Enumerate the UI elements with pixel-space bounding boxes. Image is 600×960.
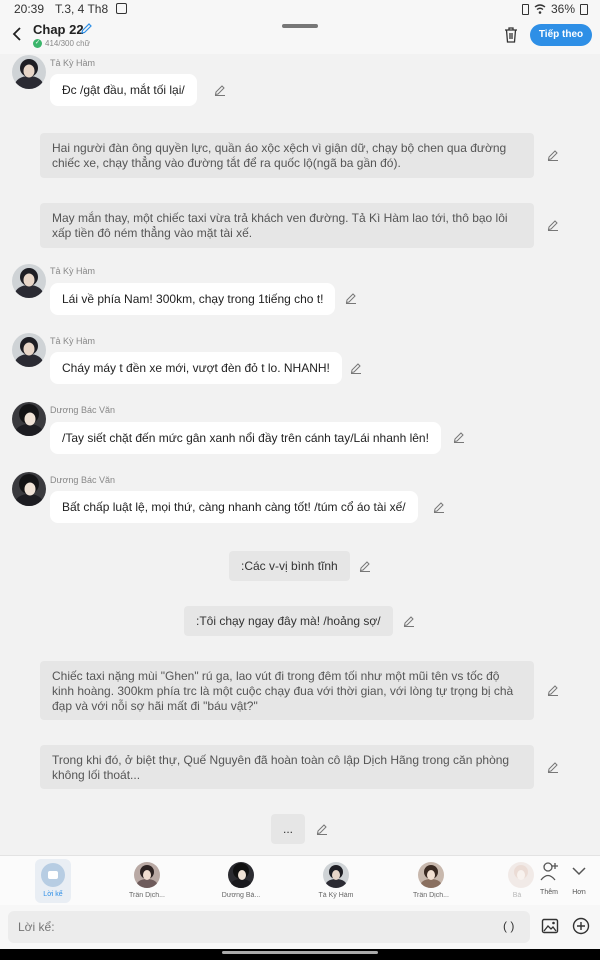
avatar[interactable] (12, 55, 46, 89)
character-name: Trần Dịch... (129, 892, 165, 899)
avatar[interactable] (12, 333, 46, 367)
message-bubble[interactable]: Lái về phía Nam! 300km, chạy trong 1tiến… (50, 283, 336, 315)
avatar[interactable] (12, 472, 46, 506)
pencil-icon[interactable] (214, 84, 226, 96)
character-name: Bá (512, 892, 522, 899)
avatar-ta-ky-ham (12, 55, 46, 89)
narration-block[interactable]: Hai người đàn ông quyền lực, quần áo xộc… (40, 133, 534, 178)
chevron-down-icon (572, 867, 586, 876)
pencil-icon[interactable] (350, 362, 362, 374)
character-item[interactable]: Trần Dịch... (403, 859, 459, 905)
narration-block[interactable]: Trong khi đó, ở biệt thự, Quế Nguyên đã … (40, 745, 534, 789)
chapter-title: Chap 22 (33, 22, 84, 37)
plus-icon[interactable] (572, 917, 590, 935)
add-label: Thêm (540, 889, 558, 896)
pencil-icon[interactable] (345, 292, 357, 304)
avatar[interactable] (12, 264, 46, 298)
system-nav-bar (0, 949, 600, 960)
narration-block[interactable]: Chiếc taxi nặng mùi "Ghen" rú ga, lao vú… (40, 661, 534, 720)
parenthesis-button[interactable]: ( ) (503, 919, 514, 933)
pencil-icon[interactable] (547, 219, 559, 231)
character-name: Dương Bá... (221, 892, 261, 899)
avatar (323, 862, 349, 888)
character-item[interactable]: Trần Dịch... (119, 859, 175, 905)
back-icon[interactable] (10, 26, 24, 42)
more-button[interactable]: Hơn (565, 860, 593, 902)
word-count-text: 414/300 chữ (45, 39, 90, 48)
trash-icon[interactable] (503, 26, 519, 44)
system-message[interactable]: :Các v-vị bình tĩnh (229, 551, 350, 581)
status-date: T.3, 4 Th8 (55, 2, 109, 16)
drag-handle[interactable] (282, 24, 318, 28)
avatar (508, 862, 534, 888)
message-bubble[interactable]: Cháy máy t đền xe mới, vượt đèn đỏ t lo.… (50, 352, 342, 384)
avatar-ta-ky-ham (12, 333, 46, 367)
character-bar: Lời kể Trần Dịch... Dương Bá... Tả Kỳ Hà… (0, 855, 600, 905)
pencil-icon[interactable] (80, 22, 93, 35)
speaker-name: Dương Bác Văn (50, 405, 115, 415)
status-bar: 20:39 T.3, 4 Th8 36% (0, 0, 600, 18)
status-time: 20:39 (14, 2, 45, 16)
speaker-name: Dương Bác Văn (50, 475, 115, 485)
pencil-icon[interactable] (547, 684, 559, 696)
person-add-icon (540, 862, 558, 881)
narration-block[interactable]: May mắn thay, một chiếc taxi vừa trả khá… (40, 203, 534, 248)
battery-icon (580, 3, 588, 15)
wifi-icon (534, 4, 546, 14)
system-message[interactable]: ... (271, 814, 306, 844)
avatar-duong-bac-van (12, 402, 46, 436)
speaker-name: Tả Kỳ Hàm (50, 336, 96, 346)
character-name: Tả Kỳ Hàm (318, 892, 354, 899)
check-icon: ✓ (33, 39, 42, 48)
avatar (134, 862, 160, 888)
home-indicator[interactable] (222, 951, 378, 954)
avatar (418, 862, 444, 888)
battery-saver-icon (521, 3, 529, 15)
character-item[interactable]: Bá (498, 859, 536, 905)
narration-tab[interactable]: Lời kể (35, 859, 71, 903)
battery-level: 36% (550, 2, 575, 16)
narration-icon (41, 863, 65, 887)
app-header: Chap 22 ✓ 414/300 chữ Tiếp theo (0, 18, 600, 54)
character-name: Trần Dịch... (413, 892, 449, 899)
image-icon[interactable] (541, 917, 559, 935)
message-bubble[interactable]: /Tay siết chặt đến mức gân xanh nổi đầy … (50, 422, 441, 454)
speaker-name: Tả Kỳ Hàm (50, 58, 96, 68)
pencil-icon[interactable] (359, 560, 371, 572)
system-message[interactable]: :Tôi chạy ngay đây mà! /hoảng sợ/ (184, 606, 393, 636)
avatar (228, 862, 254, 888)
avatar-ta-ky-ham (12, 264, 46, 298)
input-bar: ( ) (0, 905, 600, 949)
pencil-icon[interactable] (453, 431, 465, 443)
pencil-icon[interactable] (433, 501, 445, 513)
narration-tab-label: Lời kể (43, 891, 63, 898)
narration-input[interactable] (8, 911, 530, 943)
message-bubble[interactable]: Bất chấp luật lệ, mọi thứ, càng nhanh cà… (50, 491, 418, 523)
next-button[interactable]: Tiếp theo (530, 24, 592, 46)
pencil-icon[interactable] (316, 823, 328, 835)
add-character-button[interactable]: Thêm (535, 860, 563, 902)
word-count: ✓ 414/300 chữ (33, 39, 90, 48)
speaker-name: Tả Kỳ Hàm (50, 266, 96, 276)
more-label: Hơn (572, 889, 586, 896)
character-item[interactable]: Tả Kỳ Hàm (308, 859, 364, 905)
message-bubble[interactable]: Đc /gật đầu, mắt tối lại/ (50, 74, 197, 106)
character-item[interactable]: Dương Bá... (213, 859, 269, 905)
avatar[interactable] (12, 402, 46, 436)
pencil-icon[interactable] (403, 615, 415, 627)
pencil-icon[interactable] (547, 761, 559, 773)
gallery-notification-icon (116, 3, 127, 14)
pencil-icon[interactable] (547, 149, 559, 161)
avatar-duong-bac-van (12, 472, 46, 506)
